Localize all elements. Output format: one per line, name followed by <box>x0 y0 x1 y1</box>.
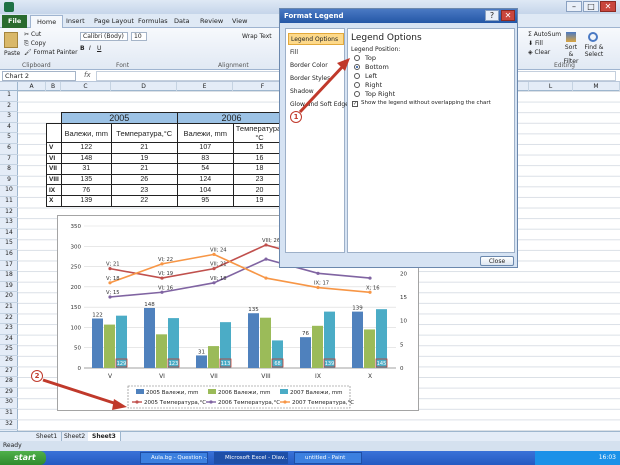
callout-arrow-2 <box>42 378 121 407</box>
callout-arrow-1 <box>298 62 347 114</box>
callout-1: 1 <box>290 111 302 123</box>
sheet-tab[interactable]: Sheet1 <box>32 432 63 441</box>
start-button[interactable]: start <box>0 451 46 465</box>
annotation-layer <box>42 58 350 410</box>
sheet-tab-active[interactable]: Sheet3 <box>88 432 121 441</box>
clock: 16:03 <box>598 454 616 461</box>
taskbar-item[interactable]: untitled - Paint <box>294 452 362 464</box>
callout-2: 2 <box>31 370 43 382</box>
status-text: Ready <box>3 442 22 449</box>
taskbar: start Aula.bg - Question -... Microsoft … <box>0 451 620 465</box>
sheet-tab-bar: Sheet1 Sheet2 Sheet3 <box>0 431 620 441</box>
system-tray: 16:03 <box>535 451 620 465</box>
taskbar-item-active[interactable]: Microsoft Excel - Diav... <box>214 452 288 464</box>
taskbar-item[interactable]: Aula.bg - Question -... <box>140 452 208 464</box>
status-bar: Ready <box>0 441 620 451</box>
sheet-tab[interactable]: Sheet2 <box>60 432 91 441</box>
callout-arrowhead-2 <box>112 399 127 410</box>
